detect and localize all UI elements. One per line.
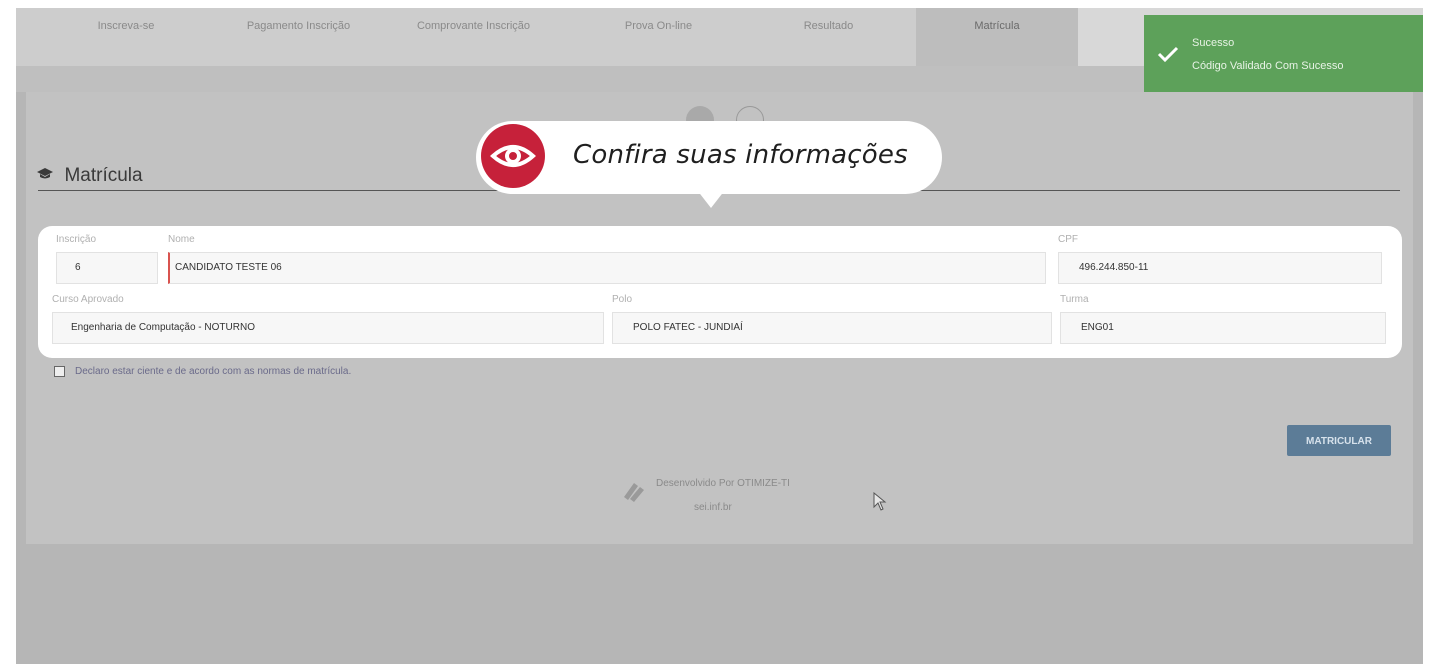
matricular-button[interactable]: MATRICULAR: [1287, 425, 1391, 456]
eye-icon: [481, 124, 545, 188]
developed-by-text: Desenvolvido Por OTIMIZE-TI: [656, 478, 790, 489]
cpf-field[interactable]: 496.244.850-11: [1058, 252, 1382, 284]
section-title-text: Matrícula: [64, 165, 143, 186]
inscricao-label: Inscrição: [56, 234, 97, 245]
section-title: Matrícula: [36, 165, 143, 187]
cpf-label: CPF: [1058, 234, 1078, 245]
tab-prova-online[interactable]: Prova On-line: [576, 8, 741, 66]
tab-resultado[interactable]: Resultado: [746, 8, 911, 66]
info-tooltip-tail: [697, 190, 725, 208]
curso-label: Curso Aprovado: [52, 294, 124, 305]
agree-label: Declaro estar ciente e de acordo com as …: [75, 366, 352, 378]
success-toast[interactable]: Sucesso Código Validado Com Sucesso: [1144, 15, 1423, 92]
polo-label: Polo: [612, 294, 633, 305]
turma-field[interactable]: ENG01: [1060, 312, 1386, 344]
nome-field[interactable]: CANDIDATO TESTE 06: [168, 252, 1046, 284]
mouse-cursor-icon: [873, 491, 887, 517]
tab-matricula[interactable]: Matrícula: [916, 8, 1078, 66]
inscricao-field[interactable]: 6: [56, 252, 158, 284]
tab-comprovante-inscricao[interactable]: Comprovante Inscrição: [386, 8, 561, 66]
agree-checkbox[interactable]: [54, 366, 65, 377]
check-icon: [1157, 45, 1179, 68]
footer-url-link[interactable]: sei.inf.br: [694, 502, 732, 513]
otimize-logo-icon: [620, 477, 648, 505]
curso-field[interactable]: Engenharia de Computação - NOTURNO: [52, 312, 604, 344]
polo-field[interactable]: POLO FATEC - JUNDIAÍ: [612, 312, 1052, 344]
nome-label: Nome: [168, 234, 195, 245]
agree-row[interactable]: Declaro estar ciente e de acordo com as …: [54, 366, 351, 377]
toast-message: Código Validado Com Sucesso: [1192, 60, 1344, 72]
graduation-cap-icon: [36, 168, 58, 185]
turma-label: Turma: [1060, 294, 1089, 305]
nome-value: CANDIDATO TESTE 06: [175, 262, 282, 273]
toast-title: Sucesso: [1192, 37, 1235, 49]
tab-inscreva-se[interactable]: Inscreva-se: [46, 8, 206, 66]
tab-pagamento-inscricao[interactable]: Pagamento Inscrição: [216, 8, 381, 66]
tooltip-text: Confira suas informações: [573, 140, 908, 170]
student-info-card: Inscrição 6 Nome CANDIDATO TESTE 06 CPF …: [38, 226, 1402, 358]
